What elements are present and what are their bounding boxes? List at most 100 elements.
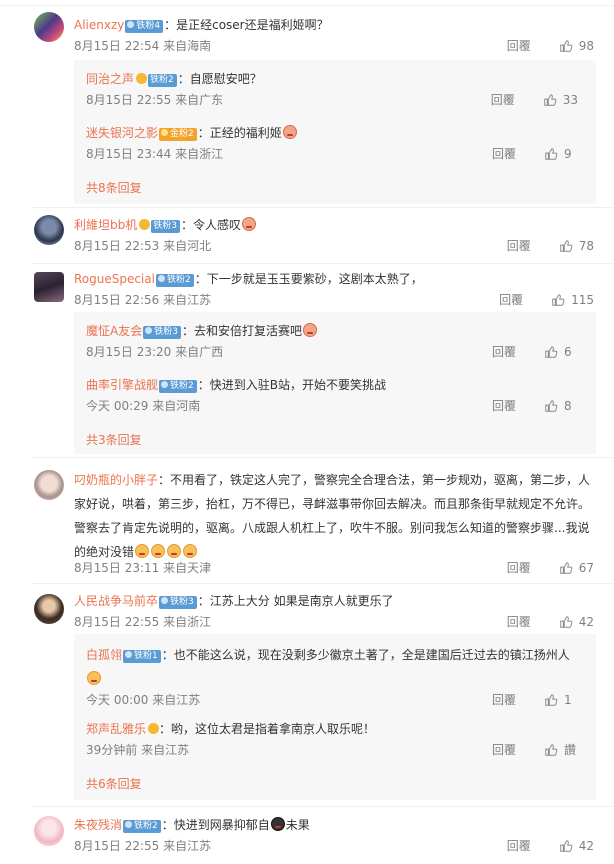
fan-badge[interactable]: 铁粉2 (155, 274, 194, 287)
thumbs-up-icon[interactable] (551, 293, 565, 307)
emoji-face-icon (87, 671, 101, 685)
username-link[interactable]: 朱夜残消 (74, 818, 122, 832)
username-link[interactable]: 曲率引擎战舰 (86, 378, 158, 392)
fan-badge[interactable]: 铁粉4 (125, 20, 164, 33)
more-replies-link[interactable]: 共8条回复 (86, 180, 142, 196)
reply-button[interactable]: 回覆 (507, 838, 531, 854)
fan-badge[interactable]: 铁粉2 (148, 74, 177, 87)
username-link[interactable]: Alienxzy (74, 18, 124, 32)
reply-button[interactable]: 回覆 (492, 344, 516, 360)
divider (32, 207, 614, 208)
reply-button[interactable]: 回覆 (507, 560, 531, 576)
username-link[interactable]: 魔怔A友会 (86, 324, 142, 338)
reply-text-line: 迷失银河之影 金粉2 ：正经的福利姬 (86, 124, 586, 142)
reply-text-line: 郑声乱雅乐 ：哟，这位太君是指着拿南京人取乐呢！ (86, 720, 586, 738)
comment-text: ：令人感叹 (180, 218, 241, 232)
reply-text: ：快进到入驻B站，开始不要笑挑战 (197, 378, 386, 392)
thumbs-up-icon[interactable] (544, 399, 558, 413)
fan-badge[interactable]: 金粉2 (159, 128, 197, 141)
reply-button[interactable]: 回覆 (499, 292, 523, 308)
comment-meta: 8月15日 22:54 来自海南 (74, 39, 212, 53)
reply-meta: 8月15日 22:55 来自广东 (86, 93, 224, 107)
comment-item: 朱夜残消 铁粉2 ：快进到网暴抑郁自 未果 8月15日 22:55 来自江苏 回覆 4… (0, 812, 614, 864)
thumbs-up-icon[interactable] (543, 93, 557, 107)
badge-icon (161, 381, 169, 388)
reply-meta: 8月15日 23:20 来自广西 (86, 345, 224, 359)
emoji-face-icon (270, 817, 285, 831)
reply-text: ：正经的福利姬 (197, 126, 282, 140)
username-link[interactable]: 郑声乱雅乐 (86, 722, 146, 736)
badge-label: 铁粉1 (134, 651, 158, 661)
thumbs-up-icon[interactable] (544, 345, 558, 359)
thumbs-up-icon[interactable] (559, 239, 573, 253)
replies-box: 魔怔A友会 铁粉3 ：去和安倍打复活赛吧 8月15日 23:20 来自广西 回覆 6… (74, 312, 596, 454)
comment-text-line: 警察去了肯定先说明的，驱离。八成跟人机杠上了，吹牛不服。别问我怎么知道的警察步骤… (74, 521, 590, 535)
fan-badge[interactable]: 铁粉3 (159, 596, 197, 609)
avatar[interactable] (34, 215, 64, 245)
comment-actions: 回覆 115 (499, 292, 594, 308)
divider (32, 457, 614, 458)
reply-button[interactable]: 回覆 (492, 146, 516, 162)
reply-text-line: 曲率引擎战舰 铁粉2 ：快进到入驻B站，开始不要笑挑战 (86, 376, 586, 394)
badge-label: 铁粉2 (166, 275, 191, 285)
username-link[interactable]: 同治之声 (86, 72, 134, 86)
username-link[interactable]: 人民战争马前卒 (74, 594, 158, 608)
username-link[interactable]: 叼奶瓶的小胖子 (74, 473, 158, 487)
reply-item: 郑声乱雅乐 ：哟，这位太君是指着拿南京人取乐呢！ 39分钟前 来自江苏 回覆 讚 (86, 720, 596, 764)
thumbs-up-icon[interactable] (559, 615, 573, 629)
reply-item: 迷失银河之影 金粉2 ：正经的福利姬 8月15日 23:44 来自浙江 回覆 9 (86, 124, 596, 168)
reply-button[interactable]: 回覆 (491, 92, 515, 108)
fan-badge[interactable]: 铁粉2 (159, 380, 197, 393)
comment-item: 人民战争马前卒 铁粉3 ：江苏上大分 如果是南京人就更乐了 8月15日 22:55 … (0, 588, 614, 802)
avatar[interactable] (34, 470, 64, 500)
reply-actions: 回覆 6 (492, 344, 578, 360)
avatar[interactable] (34, 816, 64, 846)
avatar[interactable] (34, 594, 64, 624)
more-replies-link[interactable]: 共3条回复 (86, 432, 142, 448)
thumbs-up-icon[interactable] (559, 561, 573, 575)
username-link[interactable]: 利維坦bb机 (74, 218, 137, 232)
avatar[interactable] (34, 12, 64, 42)
reply-button[interactable]: 回覆 (492, 692, 516, 708)
username-link[interactable]: 白孤翎 (86, 648, 122, 662)
comment-text: 的绝对没错 (74, 545, 135, 559)
comment-text: ：是正经coser还是福利姬啊？ (164, 18, 329, 32)
badge-label: 铁粉2 (150, 75, 174, 85)
like-count: 98 (578, 39, 594, 53)
thumbs-up-icon[interactable] (544, 147, 558, 161)
like-count: 33 (562, 93, 578, 107)
avatar[interactable] (34, 272, 64, 302)
emoji-line (86, 670, 586, 688)
username-link[interactable]: 迷失银河之影 (86, 126, 158, 140)
fan-badge[interactable]: 铁粉2 (123, 820, 161, 833)
reply-actions: 回覆 9 (492, 146, 578, 162)
reply-actions: 回覆 讚 (492, 742, 578, 758)
reply-button[interactable]: 回覆 (507, 238, 531, 254)
reply-button[interactable]: 回覆 (507, 614, 531, 630)
fan-badge[interactable]: 铁粉3 (151, 220, 180, 233)
comment-text-line: 家好说，哄着，第三步，抬杠，万不得已，寻衅滋事带你回去解决。而且那条街早就规定不… (74, 497, 591, 511)
thumbs-up-icon[interactable] (544, 693, 558, 707)
like-count: 42 (578, 839, 594, 853)
badge-label: 铁粉3 (170, 597, 194, 607)
fan-badge[interactable]: 铁粉3 (143, 326, 181, 339)
badge-label: 铁粉2 (170, 381, 194, 391)
divider (32, 583, 614, 584)
fan-badge[interactable]: 铁粉1 (123, 650, 161, 663)
reply-button[interactable]: 回覆 (492, 398, 516, 414)
reply-button[interactable]: 回覆 (492, 742, 516, 758)
emoji-face-icon (242, 217, 256, 231)
thumbs-up-icon[interactable] (544, 743, 558, 757)
like-count: 6 (564, 345, 572, 359)
comment-item: RogueSpecial 铁粉2 ：下一步就是玉玉要紫砂，这剧本太熟了， 8月15日… (0, 266, 614, 456)
thumbs-up-icon[interactable] (559, 39, 573, 53)
comment-text: ：不用看了，铁定这人完了，警察完全合理合法，第一步规劝，驱离，第二步，人 (158, 473, 591, 487)
thumbs-up-icon[interactable] (559, 839, 573, 853)
username-link[interactable]: RogueSpecial (74, 272, 155, 286)
more-replies-link[interactable]: 共6条回复 (86, 776, 142, 792)
comment-text: ：下一步就是玉玉要紫砂，这剧本太熟了， (194, 272, 423, 286)
crown-icon (136, 73, 148, 84)
comment-text: ：江苏上大分 如果是南京人就更乐了 (197, 594, 394, 608)
reply-meta: 39分钟前 来自江苏 (86, 743, 190, 757)
reply-button[interactable]: 回覆 (507, 38, 531, 54)
